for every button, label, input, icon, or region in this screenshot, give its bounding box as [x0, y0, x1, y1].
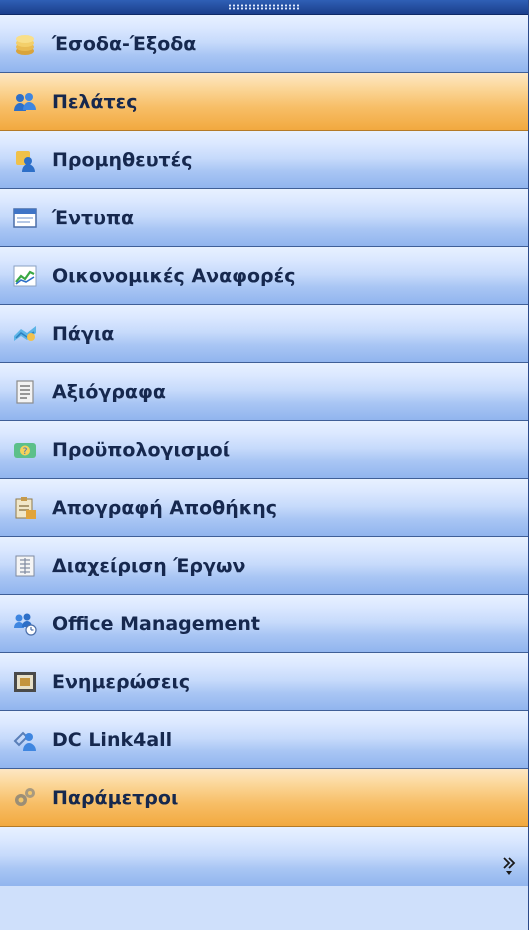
grip-dots-icon [228, 4, 300, 10]
nav-footer-bar [0, 827, 528, 886]
budget-icon: ? [12, 437, 38, 463]
nav-item-updates[interactable]: Ενημερώσεις [0, 653, 528, 711]
dc-link-icon [12, 727, 38, 753]
pane-resize-grip[interactable] [0, 0, 528, 15]
nav-item-office-management[interactable]: Office Management [0, 595, 528, 653]
nav-item-customers[interactable]: Πελάτες [0, 73, 528, 131]
nav-item-label: Παράμετροι [52, 786, 179, 809]
updates-icon [12, 669, 38, 695]
nav-item-label: DC Link4all [52, 728, 173, 751]
nav-item-label: Ενημερώσεις [52, 670, 191, 693]
forms-window-icon [12, 205, 38, 231]
nav-item-financial-reports[interactable]: Οικονομικές Αναφορές [0, 247, 528, 305]
nav-item-income-expenses[interactable]: Έσοδα-Έξοδα [0, 15, 528, 73]
nav-item-label: Έντυπα [52, 206, 135, 229]
nav-item-inventory[interactable]: Απογραφή Αποθήκης [0, 479, 528, 537]
nav-item-label: Πάγια [52, 322, 115, 345]
assets-icon [12, 321, 38, 347]
nav-item-label: Αξιόγραφα [52, 380, 166, 403]
coins-icon [12, 31, 38, 57]
projects-icon [12, 553, 38, 579]
svg-text:?: ? [23, 447, 28, 457]
customers-icon [12, 89, 38, 115]
settings-gears-icon [12, 785, 38, 811]
nav-item-dc-link4all[interactable]: DC Link4all [0, 711, 528, 769]
inventory-icon [12, 495, 38, 521]
navigation-pane: Έσοδα-Έξοδα Πελάτες Προμηθευτές Έντυπα Ο… [0, 0, 529, 930]
office-management-icon [12, 611, 38, 637]
nav-item-budgets[interactable]: ? Προϋπολογισμοί [0, 421, 528, 479]
nav-item-securities[interactable]: Αξιόγραφα [0, 363, 528, 421]
nav-item-parameters[interactable]: Παράμετροι [0, 769, 528, 827]
suppliers-icon [12, 147, 38, 173]
securities-document-icon [12, 379, 38, 405]
nav-item-forms[interactable]: Έντυπα [0, 189, 528, 247]
nav-item-label: Προμηθευτές [52, 148, 193, 171]
nav-item-label: Προϋπολογισμοί [52, 438, 231, 461]
nav-item-label: Απογραφή Αποθήκης [52, 496, 278, 519]
nav-item-label: Οικονομικές Αναφορές [52, 264, 296, 287]
nav-item-fixed-assets[interactable]: Πάγια [0, 305, 528, 363]
chevron-double-down-icon[interactable] [500, 854, 518, 876]
nav-item-project-management[interactable]: Διαχείριση Έργων [0, 537, 528, 595]
nav-item-label: Office Management [52, 612, 260, 635]
nav-item-suppliers[interactable]: Προμηθευτές [0, 131, 528, 189]
nav-item-label: Έσοδα-Έξοδα [52, 32, 197, 55]
nav-item-label: Πελάτες [52, 90, 138, 113]
chart-report-icon [12, 263, 38, 289]
nav-item-label: Διαχείριση Έργων [52, 554, 246, 577]
